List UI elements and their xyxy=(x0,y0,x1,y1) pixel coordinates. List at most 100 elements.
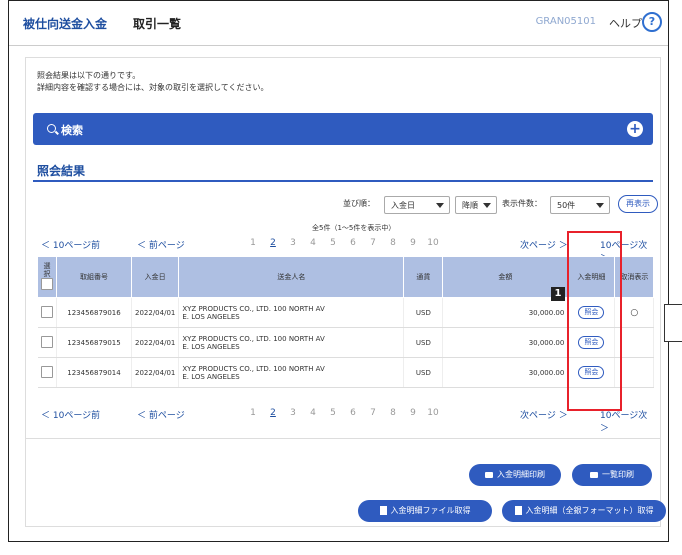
page-link[interactable]: 7 xyxy=(363,238,383,248)
page-link[interactable]: 10 xyxy=(423,238,443,248)
currency-cell: USD xyxy=(403,357,444,388)
remitter-line-2: E. LOS ANGELES xyxy=(182,342,240,351)
prev-page-link[interactable]: ＜ 前ページ xyxy=(137,408,185,421)
page-link[interactable]: 5 xyxy=(323,408,343,418)
ref-no-cell: 123456879015 xyxy=(56,327,132,358)
file-download-label: 入金明細ファイル取得 xyxy=(390,506,471,515)
date-cell: 2022/04/01 xyxy=(131,297,180,328)
next-10-label: 10ページ次 xyxy=(600,411,648,421)
side-callout xyxy=(664,304,682,342)
col-select-label: 選択 xyxy=(43,262,51,278)
chevron-right-icon: ＞ xyxy=(600,424,610,434)
sort-order-select[interactable]: 降順 xyxy=(455,196,497,214)
page-link[interactable]: 7 xyxy=(363,408,383,418)
page-link-current[interactable]: 2 xyxy=(263,408,283,418)
page-link[interactable]: 8 xyxy=(383,238,403,248)
help-icon[interactable]: ? xyxy=(642,12,662,32)
remitter-line-2: E. LOS ANGELES xyxy=(182,312,240,321)
page-link[interactable]: 4 xyxy=(303,238,323,248)
intro-line-1: 照会結果は以下の通りです。 xyxy=(37,71,141,80)
sort-field-select[interactable]: 入金日 xyxy=(384,196,450,214)
print-list-label: 一覧印刷 xyxy=(602,470,634,479)
table-row[interactable]: 123456879014 2022/04/01 XYZ PRODUCTS CO.… xyxy=(37,357,655,388)
section-divider xyxy=(26,438,660,439)
page-link[interactable]: 6 xyxy=(343,238,363,248)
next-page-link[interactable]: 次ページ ＞ xyxy=(520,238,568,251)
page-link[interactable]: 3 xyxy=(283,238,303,248)
sort-label: 並び順： xyxy=(343,199,375,208)
chevron-left-icon: ＜ xyxy=(41,411,51,421)
print-receipt-button[interactable]: 入金明細印刷 xyxy=(469,464,561,486)
page-link[interactable]: 1 xyxy=(243,238,263,248)
prev-10-pages-link[interactable]: ＜ 10ページ前 xyxy=(41,408,100,421)
per-page-select[interactable]: 50件 xyxy=(550,196,610,214)
row-checkbox[interactable] xyxy=(40,335,53,348)
search-label: 検索 xyxy=(61,124,83,137)
screen-id: GRAN05101 xyxy=(535,16,596,27)
chevron-down-icon xyxy=(483,203,491,208)
printer-icon xyxy=(485,471,493,478)
transactions-table: 選択 取組番号 入金日 送金人名 通貨 金額 入金明細 取消表示 1234568… xyxy=(37,256,655,388)
expand-plus-icon[interactable]: + xyxy=(627,121,643,137)
file-download-all-button[interactable]: 入金明細（全銀フォーマット）取得 xyxy=(502,500,666,522)
file-download-button[interactable]: 入金明細ファイル取得 xyxy=(358,500,492,522)
print-list-button[interactable]: 一覧印刷 xyxy=(572,464,652,486)
search-panel-toggle[interactable]: 検索 + xyxy=(33,113,653,145)
date-cell: 2022/04/01 xyxy=(131,357,180,388)
table-row[interactable]: 123456879015 2022/04/01 XYZ PRODUCTS CO.… xyxy=(37,327,655,358)
remitter-line-1: XYZ PRODUCTS CO., LTD. 100 NORTH AV xyxy=(182,364,325,373)
page-link[interactable]: 9 xyxy=(403,238,423,248)
page-numbers: 1 2 3 4 5 6 7 8 9 10 xyxy=(243,408,443,418)
page-link[interactable]: 6 xyxy=(343,408,363,418)
redisplay-button[interactable]: 再表示 xyxy=(618,195,658,213)
prev-10-label: 10ページ前 xyxy=(52,411,101,421)
prev-10-pages-link[interactable]: ＜ 10ページ前 xyxy=(41,238,100,251)
chevron-right-icon: ＞ xyxy=(558,411,568,421)
next-10-pages-link[interactable]: 10ページ次 ＞ xyxy=(600,408,659,434)
amount-cell: 30,000.00 xyxy=(442,357,569,388)
page-link-current[interactable]: 2 xyxy=(263,238,283,248)
help-link[interactable]: ヘルプ xyxy=(609,15,642,31)
col-date: 入金日 xyxy=(130,256,180,298)
search-icon xyxy=(47,124,56,133)
printer-icon xyxy=(590,471,598,478)
per-page-label: 表示件数： xyxy=(502,199,542,208)
page-link[interactable]: 1 xyxy=(243,408,263,418)
chevron-left-icon: ＜ xyxy=(41,241,51,251)
row-checkbox[interactable] xyxy=(40,305,53,318)
row-select-cell xyxy=(37,357,57,388)
breadcrumb-app[interactable]: 被仕向送金入金 xyxy=(23,15,107,32)
intro-line-2: 詳細内容を確認する場合には、対象の取引を選択してください。 xyxy=(37,83,269,92)
currency-cell: USD xyxy=(403,327,444,358)
prev-page-link[interactable]: ＜ 前ページ xyxy=(137,238,185,251)
next-label: 次ページ xyxy=(520,241,556,251)
col-amount: 金額 xyxy=(442,256,569,298)
chevron-left-icon: ＜ xyxy=(137,411,147,421)
print-receipt-label: 入金明細印刷 xyxy=(497,470,545,479)
highlight-box xyxy=(567,231,622,411)
remitter-cell: XYZ PRODUCTS CO., LTD. 100 NORTH AV E. LO… xyxy=(178,297,405,328)
table-row[interactable]: 123456879016 2022/04/01 XYZ PRODUCTS CO.… xyxy=(37,297,655,328)
file-download-all-label: 入金明細（全銀フォーマット）取得 xyxy=(525,506,654,515)
page-link[interactable]: 10 xyxy=(423,408,443,418)
prev-label: 前ページ xyxy=(148,241,185,251)
col-ref-no: 取組番号 xyxy=(56,256,132,298)
remitter-cell: XYZ PRODUCTS CO., LTD. 100 NORTH AV E. LO… xyxy=(178,327,405,358)
remitter-line-1: XYZ PRODUCTS CO., LTD. 100 NORTH AV xyxy=(182,304,325,313)
select-all-checkbox[interactable] xyxy=(41,278,53,290)
next-label: 次ページ xyxy=(520,411,556,421)
row-select-cell xyxy=(37,327,57,358)
next-page-link[interactable]: 次ページ ＞ xyxy=(520,408,568,421)
page-link[interactable]: 9 xyxy=(403,408,423,418)
result-count: 全5件（1～5件を表示中） xyxy=(312,224,396,232)
row-checkbox[interactable] xyxy=(40,365,53,378)
file-download-icon xyxy=(379,506,387,515)
prev-10-label: 10ページ前 xyxy=(52,241,101,251)
page-link[interactable]: 4 xyxy=(303,408,323,418)
results-divider xyxy=(33,180,653,182)
page-link[interactable]: 8 xyxy=(383,408,403,418)
page-link[interactable]: 3 xyxy=(283,408,303,418)
top-bar: 被仕向送金入金 取引一覧 GRAN05101 ヘルプ ? xyxy=(9,1,668,46)
page-link[interactable]: 5 xyxy=(323,238,343,248)
sort-order-value: 降順 xyxy=(462,201,478,210)
